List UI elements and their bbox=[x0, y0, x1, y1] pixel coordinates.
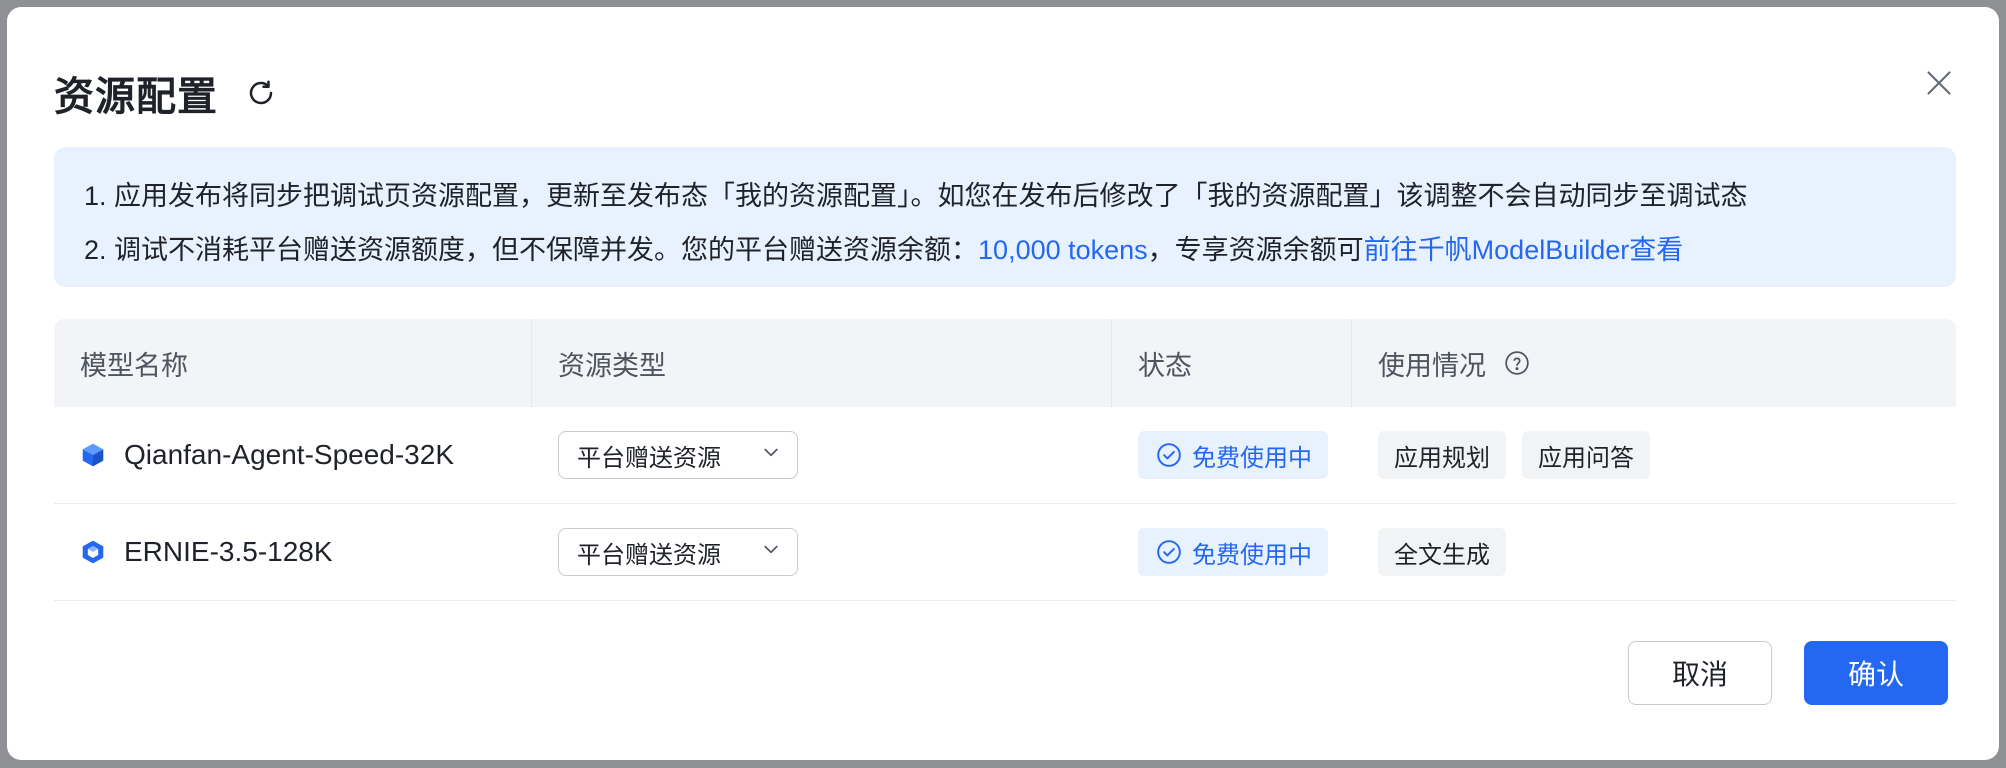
confirm-button[interactable]: 确认 bbox=[1804, 641, 1948, 705]
help-icon[interactable] bbox=[1504, 350, 1530, 376]
model-name: ERNIE-3.5-128K bbox=[124, 536, 333, 567]
notice-line-2-mid: ，专享资源余额可 bbox=[1147, 235, 1364, 265]
usage-tag: 应用问答 bbox=[1522, 431, 1650, 479]
header-status-label: 状态 bbox=[1138, 350, 1192, 381]
cell-usage: 应用规划 应用问答 bbox=[1352, 407, 1956, 504]
resource-type-value: 平台赠送资源 bbox=[577, 444, 721, 472]
resource-type-value: 平台赠送资源 bbox=[577, 541, 721, 569]
header-usage-label: 使用情况 bbox=[1378, 350, 1486, 381]
table-row: Qianfan-Agent-Speed-32K 平台赠送资源 免费使用中 应用规… bbox=[54, 407, 1956, 504]
model-name: Qianfan-Agent-Speed-32K bbox=[124, 439, 454, 470]
usage-tag: 全文生成 bbox=[1378, 528, 1506, 576]
header-model-name: 模型名称 bbox=[54, 319, 532, 407]
header-model-name-label: 模型名称 bbox=[80, 350, 188, 381]
notice-banner: 1. 应用发布将同步把调试页资源配置，更新至发布态「我的资源配置」。如您在发布后… bbox=[54, 147, 1956, 287]
resource-config-dialog: 资源配置 1. 应用发布将同步把调试页资源配置，更新至发布态「我的资源配置」。如… bbox=[7, 7, 1999, 760]
hexagon-cube-icon bbox=[80, 539, 106, 565]
resource-type-select[interactable]: 平台赠送资源 bbox=[558, 431, 798, 479]
cell-status: 免费使用中 bbox=[1112, 504, 1352, 601]
status-badge: 免费使用中 bbox=[1138, 431, 1328, 479]
table-header: 模型名称 资源类型 状态 使用情况 bbox=[54, 319, 1956, 407]
check-circle-icon bbox=[1156, 539, 1182, 565]
cube-icon bbox=[80, 442, 106, 468]
header-resource-type: 资源类型 bbox=[532, 319, 1112, 407]
token-balance: 10,000 tokens bbox=[978, 235, 1148, 265]
status-label: 免费使用中 bbox=[1192, 541, 1312, 569]
cancel-button[interactable]: 取消 bbox=[1628, 641, 1772, 705]
resource-type-select[interactable]: 平台赠送资源 bbox=[558, 528, 798, 576]
chevron-down-icon bbox=[761, 441, 781, 469]
cell-model: ERNIE-3.5-128K bbox=[54, 504, 532, 601]
close-icon[interactable] bbox=[1919, 63, 1959, 103]
status-label: 免费使用中 bbox=[1192, 444, 1312, 472]
header-resource-type-label: 资源类型 bbox=[558, 350, 666, 381]
cell-resource-type: 平台赠送资源 bbox=[532, 407, 1112, 504]
cell-resource-type: 平台赠送资源 bbox=[532, 504, 1112, 601]
dialog-header: 资源配置 bbox=[54, 63, 278, 123]
notice-line-2: 2. 调试不消耗平台赠送资源额度，但不保障并发。您的平台赠送资源余额：10,00… bbox=[84, 223, 1926, 277]
status-badge: 免费使用中 bbox=[1138, 528, 1328, 576]
refresh-icon[interactable] bbox=[244, 76, 278, 110]
notice-line-2-prefix: 2. 调试不消耗平台赠送资源额度，但不保障并发。您的平台赠送资源余额： bbox=[84, 235, 979, 265]
dialog-title: 资源配置 bbox=[54, 75, 218, 119]
usage-tag: 应用规划 bbox=[1378, 431, 1506, 479]
check-circle-icon bbox=[1156, 442, 1182, 468]
cell-model: Qianfan-Agent-Speed-32K bbox=[54, 407, 532, 504]
cell-usage: 全文生成 bbox=[1352, 504, 1956, 601]
table-row: ERNIE-3.5-128K 平台赠送资源 免费使用中 全文生成 bbox=[54, 504, 1956, 601]
header-usage: 使用情况 bbox=[1352, 319, 1956, 407]
dialog-footer: 取消 确认 bbox=[1628, 641, 1948, 705]
cell-status: 免费使用中 bbox=[1112, 407, 1352, 504]
modelbuilder-link[interactable]: 前往千帆ModelBuilder查看 bbox=[1364, 235, 1684, 265]
chevron-down-icon bbox=[761, 538, 781, 566]
header-status: 状态 bbox=[1112, 319, 1352, 407]
notice-line-1: 1. 应用发布将同步把调试页资源配置，更新至发布态「我的资源配置」。如您在发布后… bbox=[84, 181, 1748, 211]
resource-table: 模型名称 资源类型 状态 使用情况 Qianfan-Agent-Speed-32… bbox=[54, 319, 1956, 601]
